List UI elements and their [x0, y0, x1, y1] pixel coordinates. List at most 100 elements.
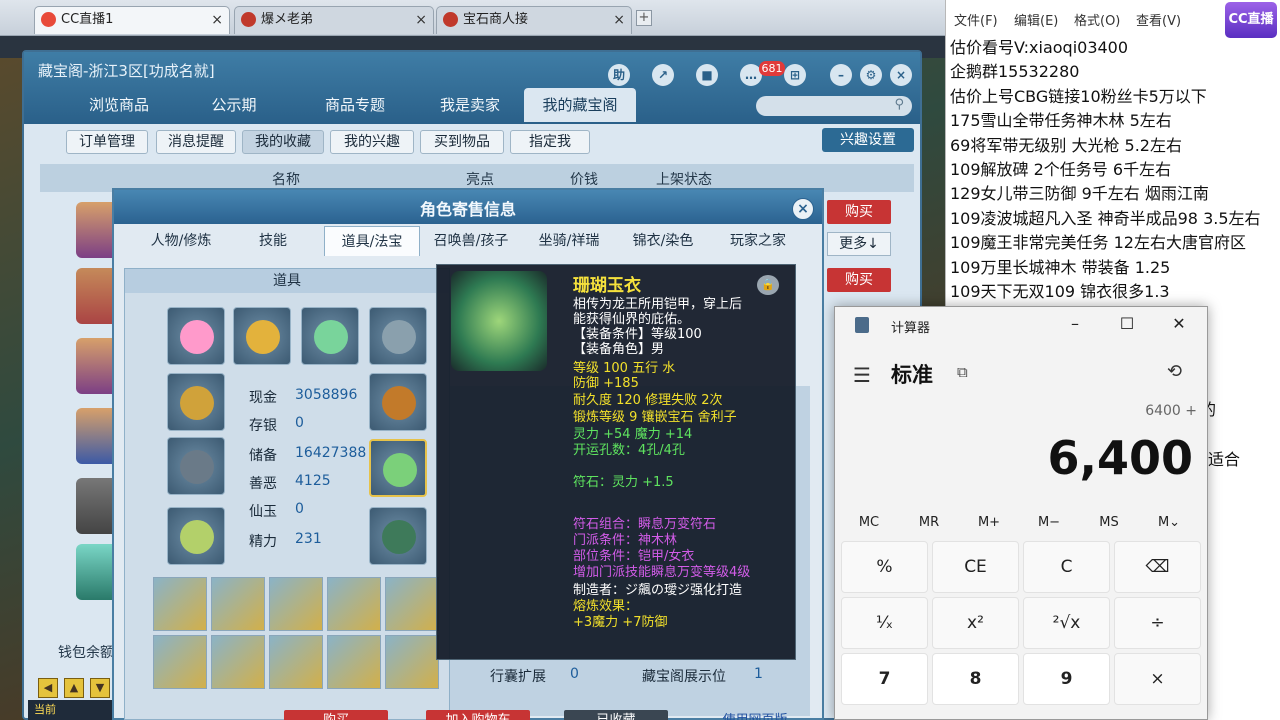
- item-slot[interactable]: [369, 507, 427, 565]
- game-icon: [241, 12, 256, 27]
- message-remind-button[interactable]: 消息提醒: [156, 130, 236, 154]
- item-slot[interactable]: [301, 307, 359, 365]
- browser-tab[interactable]: 爆メ老弟 ×: [234, 6, 434, 34]
- item-slot[interactable]: [167, 507, 225, 565]
- item-slot[interactable]: [211, 635, 265, 689]
- sqrt-button[interactable]: ²√x: [1023, 597, 1110, 649]
- maximize-icon[interactable]: ☐: [1113, 313, 1141, 335]
- sword-icon: [180, 450, 214, 484]
- tab-topics[interactable]: 商品专题: [300, 88, 410, 122]
- digit-7-button[interactable]: 7: [841, 653, 928, 705]
- menu-file[interactable]: 文件(F): [954, 10, 998, 29]
- tab-pets[interactable]: 召唤兽/孩子: [422, 226, 520, 256]
- percent-button[interactable]: %: [841, 541, 928, 593]
- tab-skills[interactable]: 技能: [232, 226, 314, 256]
- item-slot[interactable]: [269, 635, 323, 689]
- cart-icon[interactable]: ⊞: [784, 64, 806, 86]
- tab-public[interactable]: 公示期: [184, 88, 284, 122]
- buy-button[interactable]: 购买: [827, 268, 891, 292]
- item-slot[interactable]: [153, 577, 207, 631]
- square-button[interactable]: x²: [932, 597, 1019, 649]
- close-icon[interactable]: ×: [415, 7, 427, 33]
- search-input[interactable]: ⚲: [756, 96, 912, 116]
- item-slot[interactable]: [167, 373, 225, 431]
- item-slot[interactable]: [369, 307, 427, 365]
- backspace-button[interactable]: ⌫: [1114, 541, 1201, 593]
- arrow-down-icon[interactable]: ▼: [90, 678, 110, 698]
- buy-button[interactable]: 购买: [827, 200, 891, 224]
- keep-on-top-icon[interactable]: ⧉: [957, 363, 968, 381]
- tab-outfits[interactable]: 锦衣/染色: [618, 226, 708, 256]
- item-slot[interactable]: [385, 635, 439, 689]
- clear-button[interactable]: C: [1023, 541, 1110, 593]
- game-icon: [443, 12, 458, 27]
- divide-button[interactable]: ÷: [1114, 597, 1201, 649]
- memory-list-button[interactable]: M⌄: [1139, 515, 1199, 530]
- memory-subtract-button[interactable]: M−: [1019, 515, 1079, 530]
- item-slot[interactable]: [167, 437, 225, 495]
- tab-seller[interactable]: 我是卖家: [420, 88, 520, 122]
- item-slot[interactable]: [167, 307, 225, 365]
- assigned-me-button[interactable]: 指定我: [510, 130, 590, 154]
- stop-icon[interactable]: ■: [696, 64, 718, 86]
- item-slot[interactable]: [211, 577, 265, 631]
- history-icon[interactable]: ⟲: [1167, 361, 1182, 382]
- web-version-link[interactable]: 使用网页版: [710, 710, 800, 720]
- tab-home[interactable]: 玩家之家: [712, 226, 804, 256]
- item-slot[interactable]: [385, 577, 439, 631]
- tab-character[interactable]: 人物/修炼: [136, 226, 226, 256]
- favorited-button[interactable]: 已收藏: [564, 710, 668, 720]
- stat-label: 精力: [249, 534, 277, 550]
- minimize-icon[interactable]: –: [1061, 313, 1089, 335]
- multiply-button[interactable]: ×: [1114, 653, 1201, 705]
- clear-entry-button[interactable]: CE: [932, 541, 1019, 593]
- search-icon[interactable]: ⚲: [894, 97, 904, 112]
- memory-clear-button[interactable]: MC: [839, 515, 899, 530]
- item-slot[interactable]: [327, 635, 381, 689]
- menu-view[interactable]: 查看(V): [1136, 10, 1181, 29]
- item-slot-selected[interactable]: [369, 439, 427, 497]
- browser-tab[interactable]: 宝石商人接 ×: [436, 6, 632, 34]
- buy-button[interactable]: 购买: [284, 710, 388, 720]
- tab-browse[interactable]: 浏览商品: [64, 88, 174, 122]
- close-icon[interactable]: ×: [211, 7, 223, 33]
- menu-edit[interactable]: 编辑(E): [1014, 10, 1058, 29]
- menu-icon[interactable]: ☰: [853, 363, 871, 387]
- item-slot[interactable]: [153, 635, 207, 689]
- arrow-left-icon[interactable]: ◀: [38, 678, 58, 698]
- tab-items[interactable]: 道具/法宝: [324, 226, 420, 256]
- new-tab-button[interactable]: +: [636, 10, 652, 26]
- browser-tab[interactable]: CC直播1 ×: [34, 6, 230, 34]
- item-slot[interactable]: [233, 307, 291, 365]
- close-icon[interactable]: ✕: [1165, 313, 1193, 335]
- add-to-cart-button[interactable]: 加入购物车: [426, 710, 530, 720]
- digit-9-button[interactable]: 9: [1023, 653, 1110, 705]
- more-button[interactable]: 更多↓: [827, 232, 891, 256]
- my-interest-button[interactable]: 我的兴趣: [330, 130, 414, 154]
- memory-store-button[interactable]: MS: [1079, 515, 1139, 530]
- interest-settings-button[interactable]: 兴趣设置: [822, 128, 914, 152]
- item-slot[interactable]: [369, 373, 427, 431]
- help-icon[interactable]: 助: [608, 64, 630, 86]
- arrow-up-icon[interactable]: ▲: [64, 678, 84, 698]
- stat-value: 3058896: [295, 387, 358, 403]
- tab-mounts[interactable]: 坐骑/祥瑞: [524, 226, 614, 256]
- close-icon[interactable]: ×: [792, 198, 814, 220]
- cc-live-icon: [41, 12, 56, 27]
- order-manage-button[interactable]: 订单管理: [66, 130, 148, 154]
- bought-items-button[interactable]: 买到物品: [420, 130, 504, 154]
- digit-8-button[interactable]: 8: [932, 653, 1019, 705]
- tab-my-cbg[interactable]: 我的藏宝阁: [524, 88, 636, 122]
- menu-format[interactable]: 格式(O): [1074, 10, 1120, 29]
- memory-add-button[interactable]: M+: [959, 515, 1019, 530]
- item-slot[interactable]: [269, 577, 323, 631]
- minimize-icon[interactable]: –: [830, 64, 852, 86]
- settings-icon[interactable]: ⚙: [860, 64, 882, 86]
- reciprocal-button[interactable]: ¹⁄ₓ: [841, 597, 928, 649]
- close-icon[interactable]: ×: [890, 64, 912, 86]
- my-favorites-button[interactable]: 我的收藏: [242, 130, 324, 154]
- share-icon[interactable]: ↗: [652, 64, 674, 86]
- close-icon[interactable]: ×: [613, 7, 625, 33]
- item-slot[interactable]: [327, 577, 381, 631]
- memory-recall-button[interactable]: MR: [899, 515, 959, 530]
